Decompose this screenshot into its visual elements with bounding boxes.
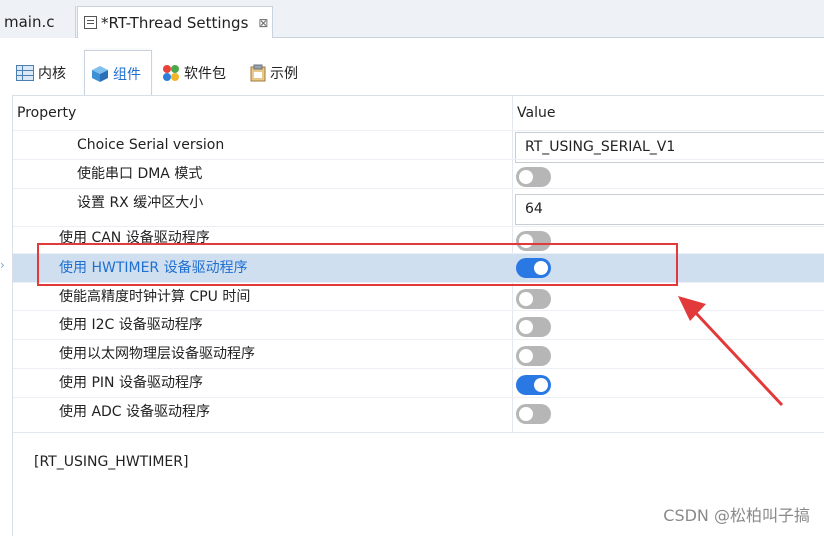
editor-tab-label: *RT-Thread Settings: [101, 13, 249, 32]
can-driver-toggle[interactable]: [516, 231, 551, 251]
table-row-selected[interactable]: 使用 HWTIMER 设备驱动程序: [13, 253, 824, 282]
toggle-knob: [534, 378, 548, 392]
column-header-value: Value: [517, 105, 556, 121]
tab-label: 软件包: [184, 66, 226, 82]
tab-label: 示例: [270, 66, 298, 82]
row-label: Choice Serial version: [77, 137, 225, 153]
table-icon: [16, 65, 34, 81]
tab-kernel[interactable]: 内核: [16, 50, 82, 96]
toggle-knob: [519, 320, 533, 334]
row-label: 使能串口 DMA 模式: [77, 166, 203, 182]
i2c-driver-toggle[interactable]: [516, 317, 551, 337]
property-panel: Property Value Choice Serial version RT_…: [12, 95, 824, 536]
row-label: 使用 CAN 设备驱动程序: [59, 230, 210, 246]
table-row[interactable]: 使用 I2C 设备驱动程序: [13, 310, 824, 339]
package-icon: [163, 65, 179, 81]
toggle-knob: [519, 349, 533, 363]
chevron-right-icon: ›: [0, 258, 5, 272]
row-label: 使用以太网物理层设备驱动程序: [59, 346, 255, 362]
table-row[interactable]: 使用以太网物理层设备驱动程序: [13, 339, 824, 368]
editor-tab-rt-thread-settings[interactable]: *RT-Thread Settings ⊠: [77, 6, 273, 38]
toggle-knob: [519, 407, 533, 421]
table-row[interactable]: 使能串口 DMA 模式: [13, 159, 824, 188]
toggle-knob: [519, 234, 533, 248]
toggle-knob: [519, 170, 533, 184]
watermark: CSDN @松柏叫子搞: [663, 506, 810, 525]
tab-label: 内核: [38, 66, 66, 82]
settings-page-tabs: 内核 组件 软件包 示例: [0, 50, 824, 96]
editor-tab-label: main.c: [4, 13, 55, 31]
macro-description: [RT_USING_HWTIMER]: [34, 454, 189, 470]
table-row[interactable]: 使能高精度时钟计算 CPU 时间: [13, 282, 824, 311]
table-row[interactable]: 设置 RX 缓冲区大小 64: [13, 188, 824, 225]
row-label: 使用 I2C 设备驱动程序: [59, 317, 203, 333]
row-label: 使能高精度时钟计算 CPU 时间: [59, 289, 251, 305]
adc-driver-toggle[interactable]: [516, 404, 551, 424]
uart-dma-toggle[interactable]: [516, 167, 551, 187]
close-tab-icon[interactable]: ⊠: [258, 7, 268, 39]
toggle-knob: [534, 261, 548, 275]
editor-tab-main-c[interactable]: main.c: [0, 6, 76, 38]
column-header-property: Property: [17, 105, 77, 121]
editor-tab-bar: main.c *RT-Thread Settings ⊠: [0, 0, 824, 38]
pin-driver-toggle[interactable]: [516, 375, 551, 395]
row-label: 使用 ADC 设备驱动程序: [59, 404, 211, 420]
row-label: 使用 PIN 设备驱动程序: [59, 375, 203, 391]
clipboard-icon: [250, 64, 266, 82]
table-row[interactable]: 使用 CAN 设备驱动程序: [13, 226, 824, 255]
table-row[interactable]: 使用 ADC 设备驱动程序: [13, 397, 824, 426]
phy-driver-toggle[interactable]: [516, 346, 551, 366]
table-row[interactable]: 使用 PIN 设备驱动程序: [13, 368, 824, 397]
cputime-toggle[interactable]: [516, 289, 551, 309]
tab-packages[interactable]: 软件包: [162, 50, 242, 96]
hwtimer-driver-toggle[interactable]: [516, 258, 551, 278]
table-row[interactable]: Choice Serial version RT_USING_SERIAL_V1: [13, 130, 824, 163]
cube-icon: [92, 65, 108, 82]
row-label: 设置 RX 缓冲区大小: [77, 195, 204, 211]
tab-label: 组件: [113, 66, 141, 83]
rx-buffer-size-field[interactable]: 64: [515, 194, 824, 225]
tab-components[interactable]: 组件: [84, 50, 152, 96]
row-label: 使用 HWTIMER 设备驱动程序: [59, 260, 248, 276]
toggle-knob: [519, 292, 533, 306]
settings-document-icon: [84, 16, 97, 29]
tab-examples[interactable]: 示例: [250, 50, 314, 96]
description-divider: [13, 432, 824, 433]
